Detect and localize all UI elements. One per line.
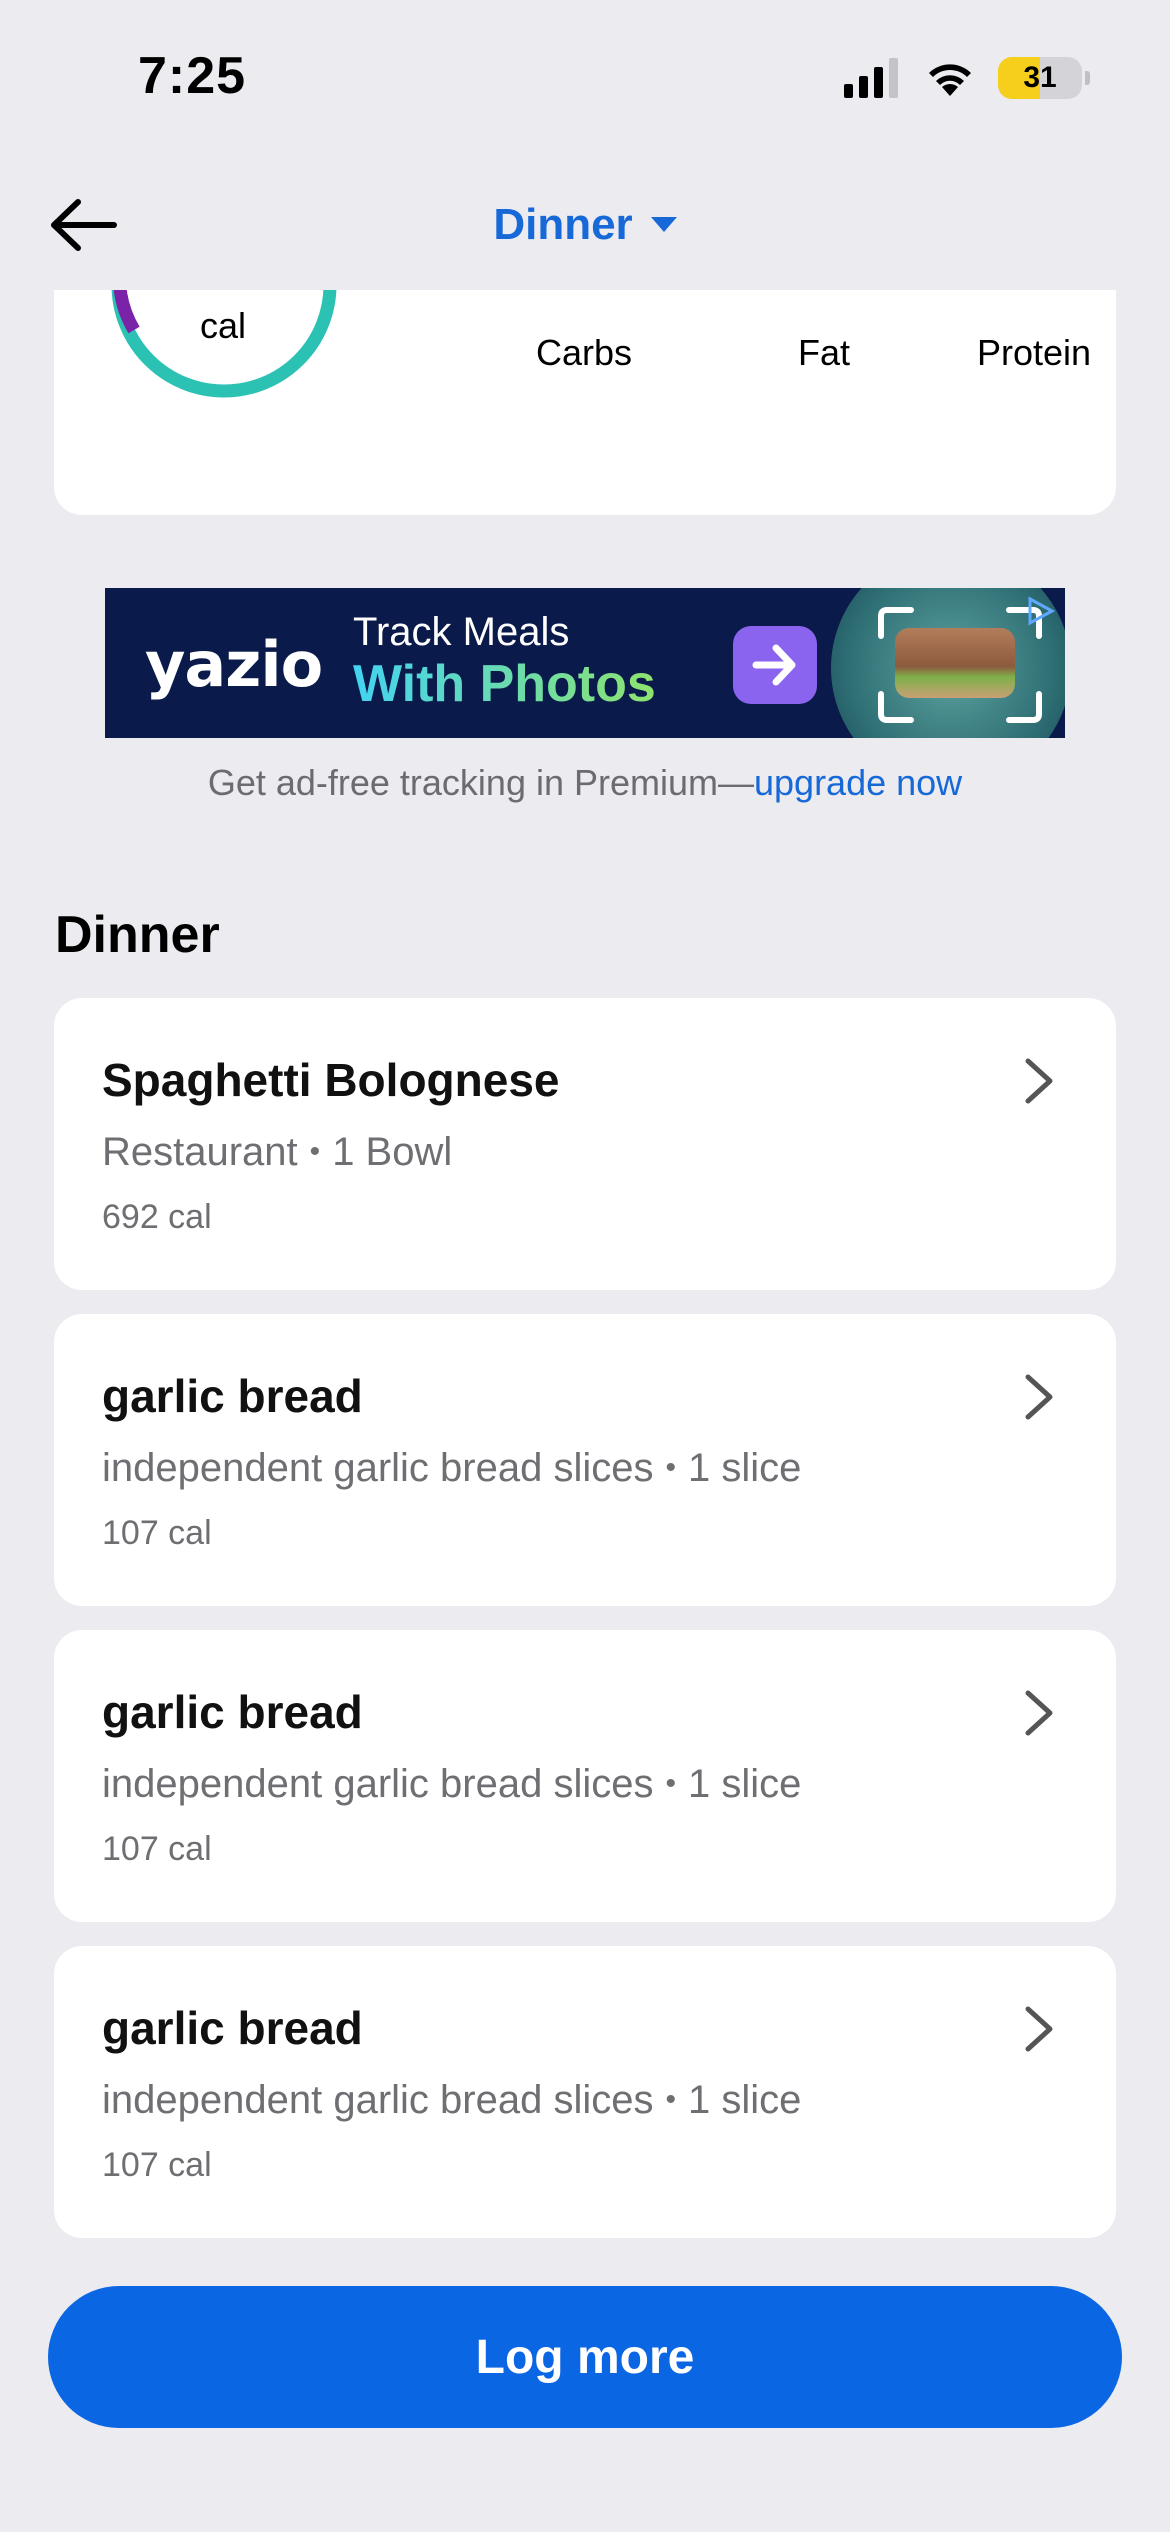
chevron-right-icon [1025, 1374, 1053, 1420]
meal-serving: 1 slice [687, 2078, 802, 2122]
meal-detail: independent garlic bread slices • 1 slice [102, 1762, 802, 1806]
meal-source: independent garlic bread slices [102, 1446, 654, 1490]
meal-item[interactable]: garlic bread independent garlic bread sl… [54, 1946, 1116, 2238]
navigation-bar: Dinner [0, 160, 1170, 290]
meal-name: garlic bread [102, 1686, 363, 1738]
meal-calories: 107 cal [102, 1830, 212, 1868]
meal-name: Spaghetti Bolognese [102, 1054, 560, 1106]
meal-list: Spaghetti Bolognese Restaurant • 1 Bowl 69… [54, 998, 1116, 2262]
ad-headline: Track Meals [353, 610, 570, 654]
cellular-signal-icon [844, 58, 898, 98]
chevron-right-icon [1025, 2006, 1053, 2052]
meal-item[interactable]: garlic bread independent garlic bread sl… [54, 1630, 1116, 1922]
meal-name: garlic bread [102, 1370, 363, 1422]
meal-serving: 1 slice [687, 1446, 802, 1490]
ad-scan-frame-icon [878, 607, 1042, 723]
meal-item[interactable]: Spaghetti Bolognese Restaurant • 1 Bowl 69… [54, 998, 1116, 1290]
meal-selector-label: Dinner [493, 200, 633, 249]
meal-calories: 692 cal [102, 1198, 212, 1236]
section-title: Dinner [55, 906, 220, 964]
meal-detail: Restaurant • 1 Bowl [102, 1130, 453, 1174]
ad-arrow-button[interactable] [733, 626, 817, 704]
caret-down-icon [650, 217, 677, 232]
ad-banner[interactable]: yazio Track Meals With Photos [105, 588, 1065, 738]
meal-calories: 107 cal [102, 1514, 212, 1552]
arrow-right-icon [752, 644, 796, 686]
wifi-icon [929, 64, 971, 96]
ad-free-caption-text: Get ad-free tracking in Premium— [207, 762, 754, 803]
chevron-right-icon [1025, 1690, 1053, 1736]
chevron-right-icon [1025, 1058, 1053, 1104]
meal-name: garlic bread [102, 2002, 363, 2054]
meal-item[interactable]: garlic bread independent garlic bread sl… [54, 1314, 1116, 1606]
macro-protein-label: Protein [976, 332, 1092, 373]
meal-calories: 107 cal [102, 2146, 212, 2184]
log-more-button[interactable]: Log more [48, 2286, 1122, 2428]
macro-carbs-label: Carbs [535, 332, 633, 373]
ad-logo: yazio [145, 628, 323, 701]
status-bar: 7:25 31 [0, 0, 1170, 150]
status-time: 7:25 [138, 47, 247, 105]
macro-fat-label: Fat [797, 332, 850, 373]
meal-source: Restaurant [102, 1130, 298, 1174]
meal-detail: independent garlic bread slices • 1 slice [102, 2078, 802, 2122]
ad-free-caption: Get ad-free tracking in Premium—upgrade … [0, 762, 1170, 804]
meal-detail: independent garlic bread slices • 1 slice [102, 1446, 802, 1490]
ad-choices-icon[interactable] [1025, 596, 1056, 626]
meal-source: independent garlic bread slices [102, 2078, 654, 2122]
meal-serving: 1 Bowl [332, 1130, 453, 1174]
status-icons: 31 [844, 56, 1090, 100]
meal-selector-dropdown[interactable]: Dinner [0, 200, 1170, 250]
battery-level: 31 [1023, 61, 1057, 94]
calorie-ring-label: cal [200, 305, 247, 346]
battery-icon: 31 [998, 57, 1082, 99]
meal-source: independent garlic bread slices [102, 1762, 654, 1806]
upgrade-now-link[interactable]: upgrade now [754, 762, 962, 803]
meal-serving: 1 slice [687, 1762, 802, 1806]
ad-subheadline: With Photos [353, 655, 656, 713]
